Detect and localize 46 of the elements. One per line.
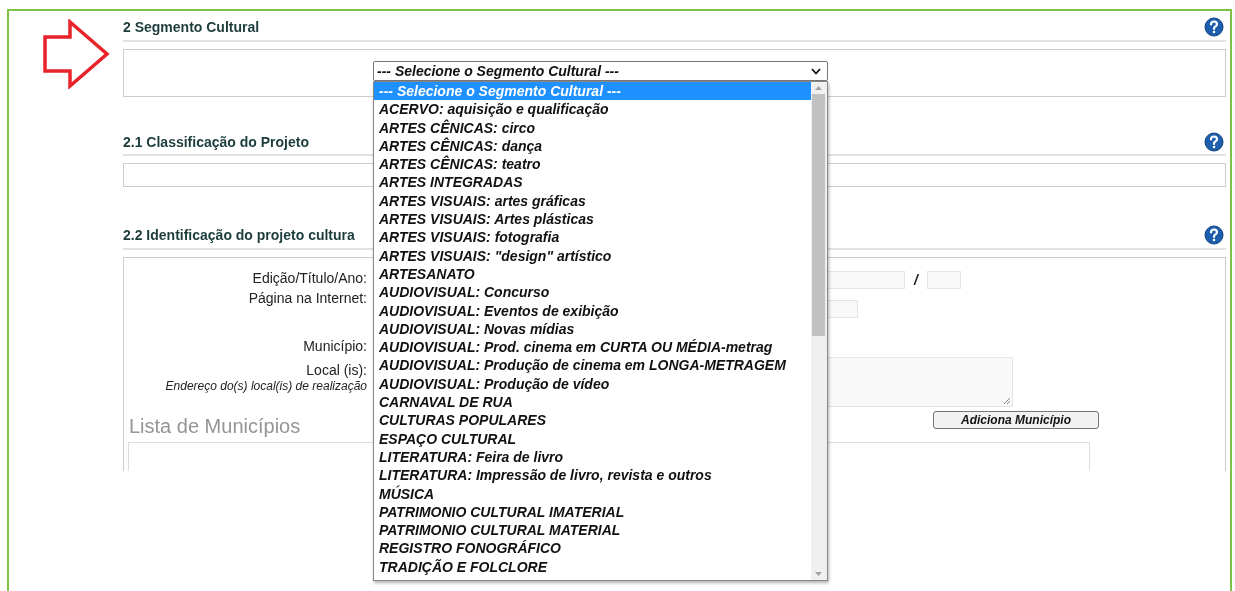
help-icon[interactable] [1204, 132, 1224, 152]
dropdown-option[interactable]: AUDIOVISUAL: Produção de cinema em LONGA-METRAGEM [374, 356, 811, 375]
dropdown-option[interactable]: AUDIOVISUAL: Eventos de exibição [374, 301, 811, 320]
dropdown-option[interactable]: AUDIOVISUAL: Concurso [374, 283, 811, 302]
dropdown-option[interactable]: ARTES VISUAIS: fotografia [374, 228, 811, 247]
dropdown-option[interactable]: ARTES INTEGRADAS [374, 173, 811, 192]
dropdown-option[interactable]: LITERATURA: Impressão de livro, revista e outros [374, 466, 811, 485]
help-icon[interactable] [1204, 16, 1224, 37]
year-field[interactable] [926, 270, 961, 289]
scrollbar[interactable] [811, 82, 827, 580]
dropdown-option[interactable]: ARTES VISUAIS: Artes plásticas [374, 210, 811, 229]
dropdown-option[interactable]: TRADIÇÃO E FOLCLORE [374, 557, 811, 576]
section-title: 2.2 Identificação do projeto cultura [123, 227, 355, 243]
dropdown-option[interactable]: ARTES CÊNICAS: teatro [374, 155, 811, 174]
dropdown-option[interactable]: AUDIOVISUAL: Novas mídias [374, 319, 811, 339]
chevron-icon [811, 67, 821, 75]
dropdown-option[interactable]: MÚSICA [374, 484, 811, 503]
list-title: Lista de Municípios [129, 414, 301, 438]
help-icon[interactable] [1204, 225, 1224, 245]
section-title: 2.1 Classificação do Projeto [123, 134, 309, 150]
dropdown-option[interactable]: AUDIOVISUAL: Prod. cinema em CURTA OU MÉDIA-metrag [374, 338, 811, 357]
dropdown-option[interactable]: ARTESANATO [374, 264, 811, 284]
add-municipality-button[interactable]: Adiciona Município [933, 411, 1099, 429]
dropdown-option[interactable]: CARNAVAL DE RUA [374, 393, 811, 412]
dropdown-option[interactable]: ACERVO: aquisição e qualificação [374, 100, 811, 119]
separator: / [914, 271, 918, 288]
arrow-icon [42, 19, 110, 89]
dropdown-option[interactable]: ARTES CÊNICAS: circo [374, 118, 811, 137]
dropdown-option[interactable]: AUDIOVISUAL: Produção de vídeo [374, 374, 811, 394]
section-title: 2 Segmento Cultural [123, 18, 260, 35]
dropdown-option[interactable]: LITERATURA: Feira de livro [374, 447, 811, 467]
dropdown-option[interactable]: CULTURAS POPULARES [374, 411, 811, 430]
dropdown-option[interactable]: REGISTRO FONOGRÁFICO [374, 539, 811, 558]
field-label: Município: [303, 338, 367, 354]
field-label: Local (is): [306, 362, 367, 378]
dropdown-option[interactable]: PATRIMONIO CULTURAL IMATERIAL [374, 502, 811, 522]
segment-select[interactable]: --- Selecione o Segmento Cultural --- [373, 61, 828, 81]
dropdown-option[interactable]: ARTES VISUAIS: "design" artístico [374, 246, 811, 265]
field-hint: Endereço do(s) local(is) de realização [165, 379, 367, 393]
dropdown-option[interactable]: ARTES CÊNICAS: dança [374, 136, 811, 156]
field-label: Página na Internet: [248, 290, 367, 306]
dropdown-option[interactable]: ARTES VISUAIS: artes gráficas [374, 191, 811, 211]
dropdown-option[interactable]: ESPAÇO CULTURAL [374, 429, 811, 448]
field-label: Edição/Título/Ano: [252, 270, 367, 286]
dropdown-option[interactable]: PATRIMONIO CULTURAL MATERIAL [374, 521, 811, 540]
resize-grip-icon[interactable] [1003, 397, 1011, 405]
